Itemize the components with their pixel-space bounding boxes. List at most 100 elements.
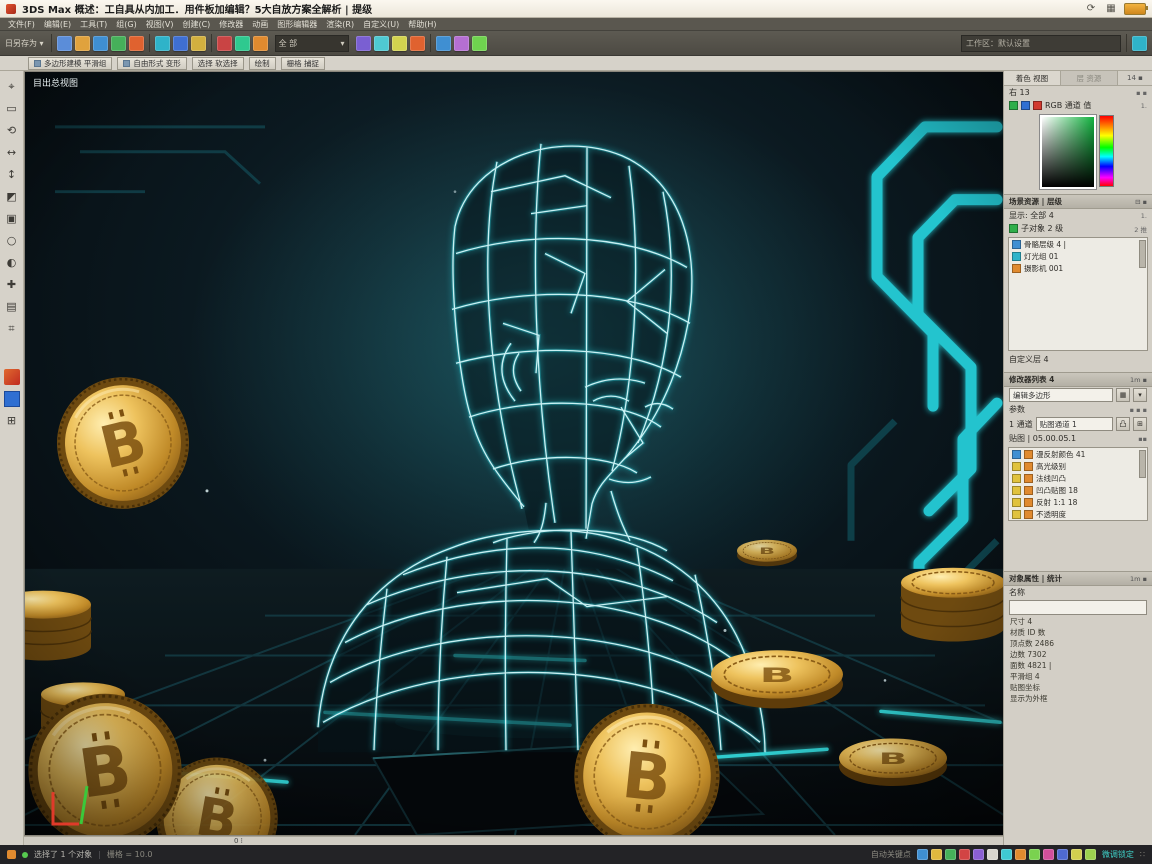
modifier-section-header[interactable]: 修改器列表 4 1m ▪ <box>1004 372 1152 387</box>
undo-icon[interactable] <box>57 36 72 51</box>
menu-group[interactable]: 组(G) <box>116 19 136 30</box>
tray-icon[interactable] <box>1029 849 1040 860</box>
tab-selection[interactable]: 选择 软选择 <box>192 57 244 70</box>
tray-icon[interactable] <box>1015 849 1026 860</box>
params-mini-icons[interactable]: ▪ ▪ ▪ <box>1130 406 1147 414</box>
menu-modifiers[interactable]: 修改器 <box>219 19 243 30</box>
panel-tab-shading[interactable]: 着色 视图 <box>1004 71 1061 85</box>
save-icon[interactable] <box>93 36 108 51</box>
move-tool-icon[interactable]: ↔ <box>4 145 20 161</box>
quick-save-label[interactable]: 日另存为 ▾ <box>5 38 44 49</box>
name-row-buttons[interactable]: ▪ ▪ <box>1136 89 1147 97</box>
menu-animation[interactable]: 动画 <box>252 19 268 30</box>
map-list-item[interactable]: 法线凹凸 <box>1009 472 1147 484</box>
selection-filter-combo[interactable]: 全 部 ▾ <box>275 35 349 52</box>
layers-tool-icon[interactable]: ▤ <box>4 299 20 315</box>
workspace-field[interactable]: 工作区：默认设置 <box>961 35 1121 52</box>
menu-help[interactable]: 帮助(H) <box>408 19 436 30</box>
tab-populate[interactable]: 栅格 捕捉 <box>281 57 325 70</box>
viewport-layout-icon[interactable] <box>1132 36 1147 51</box>
angle-snap-icon[interactable] <box>374 36 389 51</box>
auto-key-label[interactable]: 自动关键点 <box>871 849 911 860</box>
saturation-value-square[interactable] <box>1040 115 1096 189</box>
sync-icon[interactable]: ⟳ <box>1084 2 1098 15</box>
modifier-list-field[interactable]: 编辑多边形 <box>1009 388 1113 402</box>
channel-btn-2[interactable]: ⊞ <box>1133 417 1147 431</box>
list-item[interactable]: 灯光组 01 <box>1009 250 1147 262</box>
unlink-icon[interactable] <box>129 36 144 51</box>
scale-tool-icon[interactable]: ↕ <box>4 167 20 183</box>
channel-btn-1[interactable]: 凸 <box>1116 417 1130 431</box>
menu-tools[interactable]: 工具(T) <box>80 19 107 30</box>
hue-strip[interactable] <box>1099 115 1114 187</box>
scale-icon[interactable] <box>253 36 268 51</box>
tray-icon[interactable] <box>931 849 942 860</box>
map-list-item[interactable]: 高光级别 <box>1009 460 1147 472</box>
mirror-tool-icon[interactable]: ◩ <box>4 189 20 205</box>
subobject-chip[interactable] <box>1009 224 1018 233</box>
add-tool-icon[interactable]: ✚ <box>4 277 20 293</box>
panel-tab-layers[interactable]: 层 资源 <box>1061 71 1118 85</box>
properties-section-mini[interactable]: 1m ▪ <box>1130 575 1147 583</box>
rect-select-tool-icon[interactable]: ▭ <box>4 101 20 117</box>
red-channel-chip[interactable] <box>1033 101 1042 110</box>
menu-graph-editors[interactable]: 图形编辑器 <box>277 19 317 30</box>
circle-tool-icon[interactable]: ○ <box>4 233 20 249</box>
spinner-lock-label[interactable]: 微调锁定 <box>1102 849 1134 860</box>
array-tool-icon[interactable]: ▣ <box>4 211 20 227</box>
select-link-icon[interactable] <box>111 36 126 51</box>
menu-rendering[interactable]: 渲染(R) <box>326 19 354 30</box>
tray-icon[interactable] <box>959 849 970 860</box>
menu-file[interactable]: 文件(F) <box>8 19 35 30</box>
properties-section-header[interactable]: 对象属性 | 统计 1m ▪ <box>1004 571 1152 586</box>
rotate-icon[interactable] <box>235 36 250 51</box>
tray-icon[interactable] <box>945 849 956 860</box>
scene-section-header[interactable]: 场景资源 | 层级 ⊟ ▪ <box>1004 194 1152 209</box>
map-list-item[interactable]: 不透明度 <box>1009 508 1147 520</box>
align-icon[interactable] <box>410 36 425 51</box>
tray-icon[interactable] <box>917 849 928 860</box>
scrollbar[interactable] <box>1139 240 1146 268</box>
map-list-item[interactable]: 反射 1:1 18 <box>1009 496 1147 508</box>
viewport[interactable]: 目出总视图 <box>24 71 1003 836</box>
tray-icon[interactable] <box>1001 849 1012 860</box>
region-select-icon[interactable] <box>191 36 206 51</box>
grid-tool-icon[interactable]: ⌗ <box>4 321 20 337</box>
tray-icon[interactable] <box>1071 849 1082 860</box>
menu-customize[interactable]: 自定义(U) <box>363 19 399 30</box>
tray-icon[interactable] <box>1085 849 1096 860</box>
expand-tool-icon[interactable]: ⊞ <box>4 413 20 429</box>
open-file-icon[interactable] <box>75 36 90 51</box>
scrollbar[interactable] <box>1139 450 1146 478</box>
rotate-tool-icon[interactable]: ⟲ <box>4 123 20 139</box>
tray-icon[interactable] <box>973 849 984 860</box>
map-channel-dropdown[interactable]: 贴图通道 1 <box>1036 417 1113 431</box>
menu-edit[interactable]: 编辑(E) <box>44 19 71 30</box>
menu-create[interactable]: 创建(C) <box>182 19 210 30</box>
move-icon[interactable] <box>217 36 232 51</box>
mirror-icon[interactable] <box>392 36 407 51</box>
select-object-icon[interactable] <box>155 36 170 51</box>
select-tool-icon[interactable]: ⌖ <box>4 79 20 95</box>
modifier-drop-button[interactable]: ▾ <box>1133 388 1147 402</box>
menu-views[interactable]: 视图(V) <box>146 19 174 30</box>
viewport-label[interactable]: 目出总视图 <box>33 76 78 89</box>
list-item[interactable]: 骨骼层级 4 | <box>1009 238 1147 250</box>
material-editor-icon[interactable] <box>436 36 451 51</box>
render-setup-icon[interactable] <box>454 36 469 51</box>
select-by-name-icon[interactable] <box>173 36 188 51</box>
object-name-input[interactable] <box>1009 600 1147 615</box>
modifier-grid-button[interactable]: ▦ <box>1116 388 1130 402</box>
tray-icon[interactable] <box>1043 849 1054 860</box>
scene-explorer-list[interactable]: 骨骼层级 4 | 灯光组 01 摄影机 001 <box>1008 237 1148 351</box>
green-channel-chip[interactable] <box>1009 101 1018 110</box>
shade-tool-icon[interactable]: ◐ <box>4 255 20 271</box>
map-list[interactable]: 漫反射颜色 41 高光级别 法线凹凸 凹凸贴图 18 反射 1:1 18 <box>1008 447 1148 521</box>
render-icon[interactable] <box>472 36 487 51</box>
map-list-item[interactable]: 漫反射颜色 41 <box>1009 448 1147 460</box>
viewport-canvas[interactable]: B B <box>25 72 1003 835</box>
tab-object-paint[interactable]: 绘制 <box>249 57 276 70</box>
list-item[interactable]: 摄影机 001 <box>1009 262 1147 274</box>
modifier-section-mini[interactable]: 1m ▪ <box>1130 376 1147 384</box>
tray-icon[interactable] <box>1057 849 1068 860</box>
